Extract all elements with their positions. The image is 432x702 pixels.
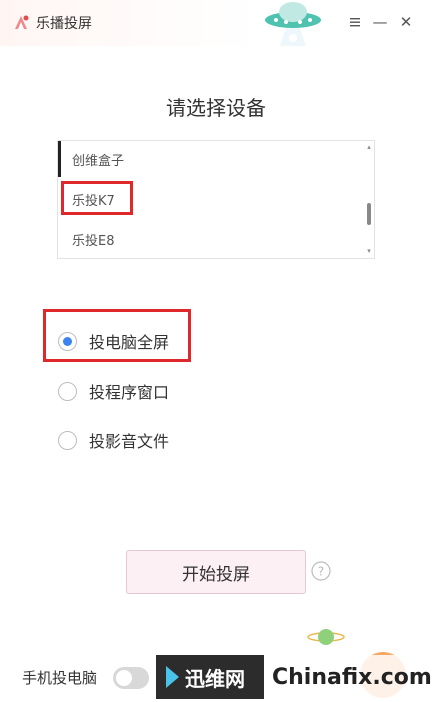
app-logo-icon xyxy=(15,15,29,29)
mode-option-window[interactable]: 投程序窗口 xyxy=(58,379,169,403)
phone-to-pc-toggle[interactable] xyxy=(113,667,149,689)
watermark-arrow-icon xyxy=(166,666,179,688)
page-title: 请选择设备 xyxy=(166,96,266,120)
device-item[interactable]: 乐投E8 xyxy=(58,221,358,257)
app-title: 乐播投屏 xyxy=(36,16,92,32)
device-list-scrollbar[interactable]: ▴ ▾ xyxy=(364,141,374,258)
menu-icon xyxy=(350,18,360,27)
title-bar: 乐播投屏 — ✕ xyxy=(0,0,432,46)
watermark-chinafix: Chinafix.com xyxy=(264,655,432,699)
close-button[interactable]: ✕ xyxy=(395,11,417,33)
start-casting-button[interactable]: 开始投屏 xyxy=(126,550,306,594)
device-item-label: 乐投E8 xyxy=(72,233,115,249)
help-icon[interactable]: ? xyxy=(311,561,331,581)
ufo-mascot-icon xyxy=(265,2,321,46)
device-item[interactable]: 创维盒子 xyxy=(58,141,358,177)
start-casting-label: 开始投屏 xyxy=(182,564,250,585)
highlight-box-mode xyxy=(43,309,191,362)
mode-option-label: 投影音文件 xyxy=(89,432,170,451)
device-item-label: 创维盒子 xyxy=(72,153,125,169)
phone-to-pc-label: 手机投电脑 xyxy=(22,669,98,687)
watermark-brand-cn: 迅维网 xyxy=(185,666,245,691)
watermark-xunwei: 迅维网 xyxy=(156,655,264,699)
scrollbar-thumb[interactable] xyxy=(367,203,371,225)
svg-text:?: ? xyxy=(318,565,324,579)
minimize-button[interactable]: — xyxy=(369,11,391,33)
toggle-knob xyxy=(116,670,132,686)
scroll-up-icon[interactable]: ▴ xyxy=(365,143,373,151)
radio-icon[interactable] xyxy=(58,430,77,450)
highlight-box-device xyxy=(61,181,133,215)
planet-decoration-icon xyxy=(307,629,345,645)
watermark-brand-en: Chinafix.com xyxy=(272,664,432,690)
mode-option-label: 投程序窗口 xyxy=(89,383,170,402)
radio-icon[interactable] xyxy=(58,381,77,401)
minimize-icon: — xyxy=(372,13,388,31)
close-icon: ✕ xyxy=(399,13,413,31)
scroll-down-icon[interactable]: ▾ xyxy=(365,247,373,255)
mode-option-media[interactable]: 投影音文件 xyxy=(58,428,169,452)
menu-button[interactable] xyxy=(344,11,366,33)
